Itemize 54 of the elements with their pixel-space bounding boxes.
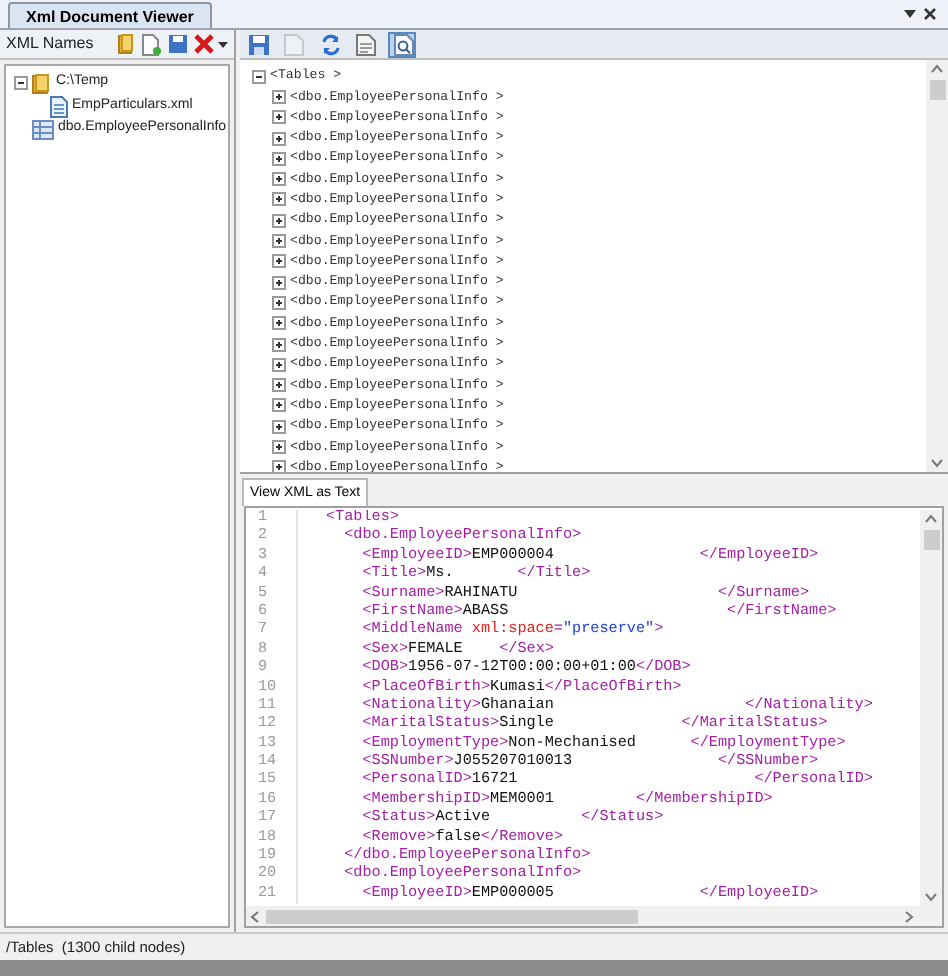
save-icon <box>247 33 269 55</box>
expand-icon[interactable] <box>272 131 286 146</box>
find-document-icon <box>391 33 413 55</box>
page-icon <box>284 33 304 55</box>
table-icon <box>32 119 54 139</box>
expand-icon[interactable] <box>272 192 286 207</box>
expand-icon[interactable] <box>272 337 286 351</box>
expand-icon[interactable] <box>272 378 286 393</box>
scroll-down-icon[interactable] <box>924 892 938 902</box>
folder-icon[interactable] <box>118 34 136 54</box>
dropdown-icon[interactable] <box>904 10 916 18</box>
folder-icon <box>32 73 52 93</box>
expand-icon[interactable] <box>272 398 286 413</box>
new-file-icon[interactable] <box>142 33 162 55</box>
expand-icon[interactable] <box>272 172 286 187</box>
scroll-left-icon[interactable] <box>250 909 260 923</box>
expand-icon[interactable] <box>272 357 286 372</box>
expand-icon[interactable] <box>272 213 286 228</box>
expand-icon[interactable] <box>272 234 286 249</box>
delete-icon[interactable] <box>194 34 214 54</box>
expand-icon[interactable] <box>272 419 286 434</box>
scroll-right-icon[interactable] <box>904 909 914 923</box>
dropdown-icon[interactable] <box>218 41 228 47</box>
file-icon <box>50 95 68 117</box>
document-icon <box>356 33 376 55</box>
scroll-thumb[interactable] <box>929 80 945 100</box>
expand-icon[interactable] <box>272 275 286 290</box>
scroll-thumb[interactable] <box>923 530 939 550</box>
save-icon[interactable] <box>168 34 188 54</box>
scroll-up-icon[interactable] <box>924 514 938 524</box>
refresh-icon <box>319 33 341 55</box>
horizontal-scrollbar[interactable] <box>246 906 942 926</box>
expand-icon[interactable] <box>272 151 286 166</box>
expand-icon[interactable] <box>272 254 286 269</box>
panel-title: XML Names <box>6 32 94 56</box>
toolbar-button[interactable] <box>352 31 380 57</box>
expand-icon[interactable] <box>272 110 286 125</box>
scroll-thumb[interactable] <box>266 909 638 923</box>
vertical-scrollbar[interactable] <box>920 510 942 906</box>
scroll-down-icon[interactable] <box>930 458 944 468</box>
collapse-icon[interactable] <box>252 69 266 84</box>
vertical-scrollbar[interactable] <box>926 60 948 472</box>
expand-icon[interactable] <box>272 295 286 310</box>
toolbar-button[interactable] <box>316 31 344 57</box>
expand-icon[interactable] <box>272 460 286 472</box>
toolbar-button[interactable] <box>244 31 272 57</box>
toolbar-button[interactable] <box>388 31 416 57</box>
close-icon[interactable] <box>924 8 936 20</box>
expand-icon[interactable] <box>272 316 286 331</box>
document-tab[interactable]: Xml Document Viewer <box>8 2 212 28</box>
expand-icon[interactable] <box>272 439 286 454</box>
collapse-icon[interactable] <box>14 76 28 90</box>
scroll-up-icon[interactable] <box>930 64 944 74</box>
expand-icon[interactable] <box>272 89 286 104</box>
